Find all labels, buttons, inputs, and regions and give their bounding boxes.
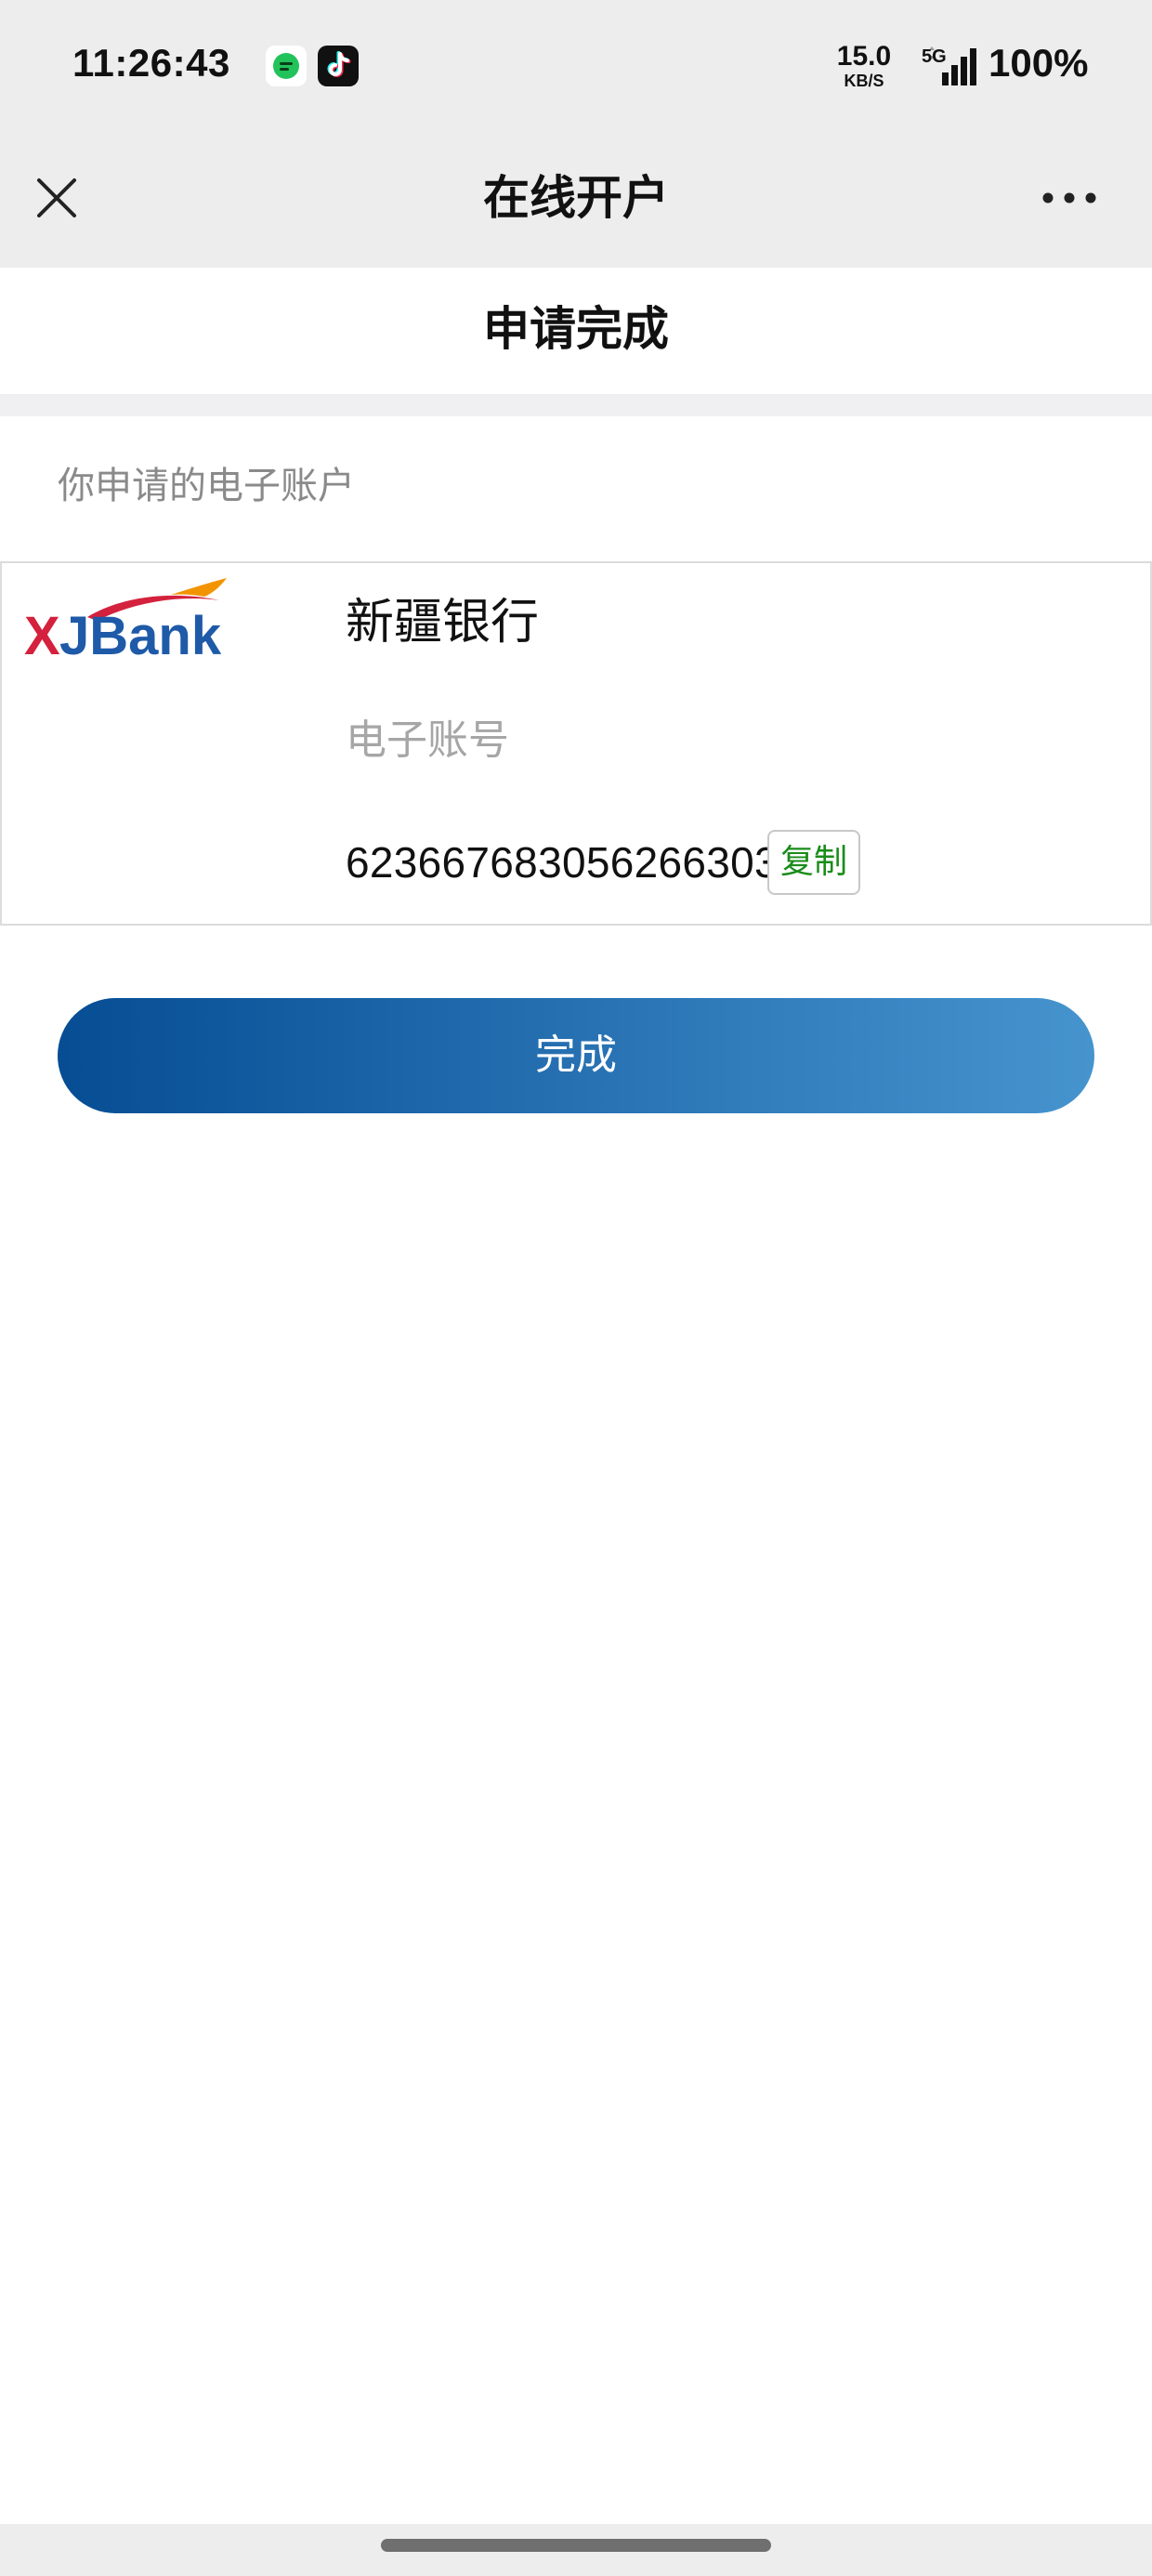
svg-text:X: X — [24, 606, 60, 664]
section-divider — [0, 394, 1152, 416]
network-speed-unit: KB/S — [844, 72, 884, 90]
battery-level: 100% — [988, 41, 1089, 85]
done-button[interactable]: 完成 — [58, 998, 1094, 1113]
status-time: 11:26:43 — [72, 41, 230, 85]
nav-title: 在线开户 — [483, 171, 669, 225]
account-number-label: 电子账号 — [346, 716, 509, 764]
more-icon — [1042, 192, 1096, 204]
account-number-container: 6236676830562663031 — [346, 830, 769, 895]
network-speed: 15.0 KB/S — [831, 41, 897, 90]
more-button[interactable] — [1037, 177, 1102, 219]
bank-name: 新疆银行 — [346, 595, 540, 651]
copy-button[interactable]: 复制 — [767, 830, 860, 895]
svg-text:JBank: JBank — [59, 606, 222, 664]
status-bar: 11:26:43 15.0 KB/S 5G 100% — [0, 0, 1152, 136]
network-type: 5G — [922, 46, 947, 67]
page-title: 申请完成 — [483, 302, 669, 356]
network-speed-value: 15.0 — [836, 41, 892, 72]
section-label: 你申请的电子账户 — [58, 465, 355, 507]
green-message-app-icon — [266, 46, 307, 86]
home-indicator[interactable] — [381, 2539, 771, 2552]
bank-logo: X JBank — [24, 578, 227, 664]
account-number: 6236676830562663031 — [346, 838, 769, 887]
tiktok-icon — [318, 46, 359, 86]
